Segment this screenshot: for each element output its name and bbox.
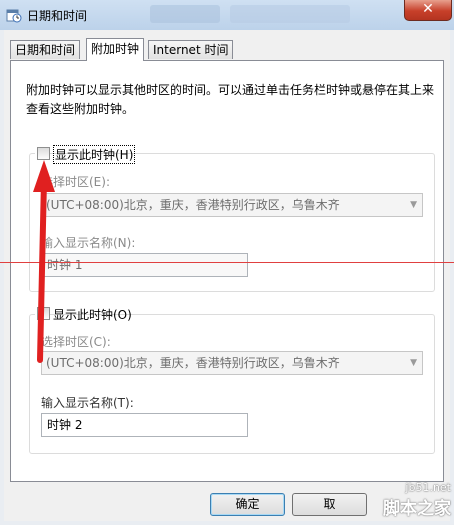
clock1-timezone-select[interactable]: (UTC+08:00)北京，重庆，香港特别行政区，乌鲁木齐 ▼ xyxy=(41,193,423,217)
clock2-name-input[interactable]: 时钟 2 xyxy=(41,413,248,437)
title-bar: 日期和时间 ✕ xyxy=(0,0,454,30)
annotation-red-line xyxy=(0,262,454,263)
tab-date-time[interactable]: 日期和时间 xyxy=(10,40,81,59)
tab-additional-clocks[interactable]: 附加时钟 xyxy=(86,38,145,61)
clock1-name-input[interactable]: 时钟 1 xyxy=(41,253,248,277)
watermark-site: jb51.net xyxy=(405,481,451,494)
clock2-timezone-value: (UTC+08:00)北京，重庆，香港特别行政区，乌鲁木齐 xyxy=(46,356,340,370)
clock2-checkbox[interactable] xyxy=(37,307,50,320)
description-text: 附加时钟可以显示其他时区的时间。可以通过单击任务栏时钟或悬停在其上来查看这些附加… xyxy=(26,83,435,116)
tab-internet-time[interactable]: Internet 时间 xyxy=(148,40,234,59)
close-button[interactable]: ✕ xyxy=(404,0,452,21)
clock2-timezone-label: 选择时区(C): xyxy=(41,335,111,349)
dialog-body: 日期和时间 附加时钟 Internet 时间 附加时钟可以显示其他时区的时间。可… xyxy=(4,30,450,521)
clock2-show-row[interactable]: 显示此时钟(O) xyxy=(35,306,132,322)
dropdown-arrow-icon: ▼ xyxy=(410,200,417,210)
clock1-timezone-value: (UTC+08:00)北京，重庆，香港特别行政区，乌鲁木齐 xyxy=(46,198,340,212)
ok-button[interactable]: 确定 xyxy=(210,493,285,516)
tab-panel: 附加时钟可以显示其他时区的时间。可以通过单击任务栏时钟或悬停在其上来查看这些附加… xyxy=(10,60,444,482)
clock1-name-value: 时钟 1 xyxy=(47,258,83,272)
window-title: 日期和时间 xyxy=(27,9,88,23)
background-blur xyxy=(230,5,350,23)
clock1-name-label: 输入显示名称(N): xyxy=(41,236,136,250)
watermark-name: 脚本之家 xyxy=(383,499,451,519)
clock1-checkbox[interactable] xyxy=(37,147,50,160)
clock1-show-row[interactable]: 显示此时钟(H) xyxy=(35,145,136,164)
calendar-clock-icon xyxy=(6,9,22,23)
clock1-timezone-label: 选择时区(E): xyxy=(41,175,110,189)
clock2-name-value: 时钟 2 xyxy=(47,418,83,432)
clock2-name-label: 输入显示名称(T): xyxy=(41,396,134,410)
watermark: jb51.net 脚本之家 xyxy=(383,481,451,519)
dropdown-arrow-icon: ▼ xyxy=(410,358,417,368)
cancel-button[interactable]: 取 xyxy=(292,493,367,516)
clock2-timezone-select[interactable]: (UTC+08:00)北京，重庆，香港特别行政区，乌鲁木齐 ▼ xyxy=(41,351,423,375)
clock1-show-label[interactable]: 显示此时钟(H) xyxy=(53,145,136,164)
clock2-show-label[interactable]: 显示此时钟(O) xyxy=(53,306,132,323)
background-blur xyxy=(150,5,220,23)
